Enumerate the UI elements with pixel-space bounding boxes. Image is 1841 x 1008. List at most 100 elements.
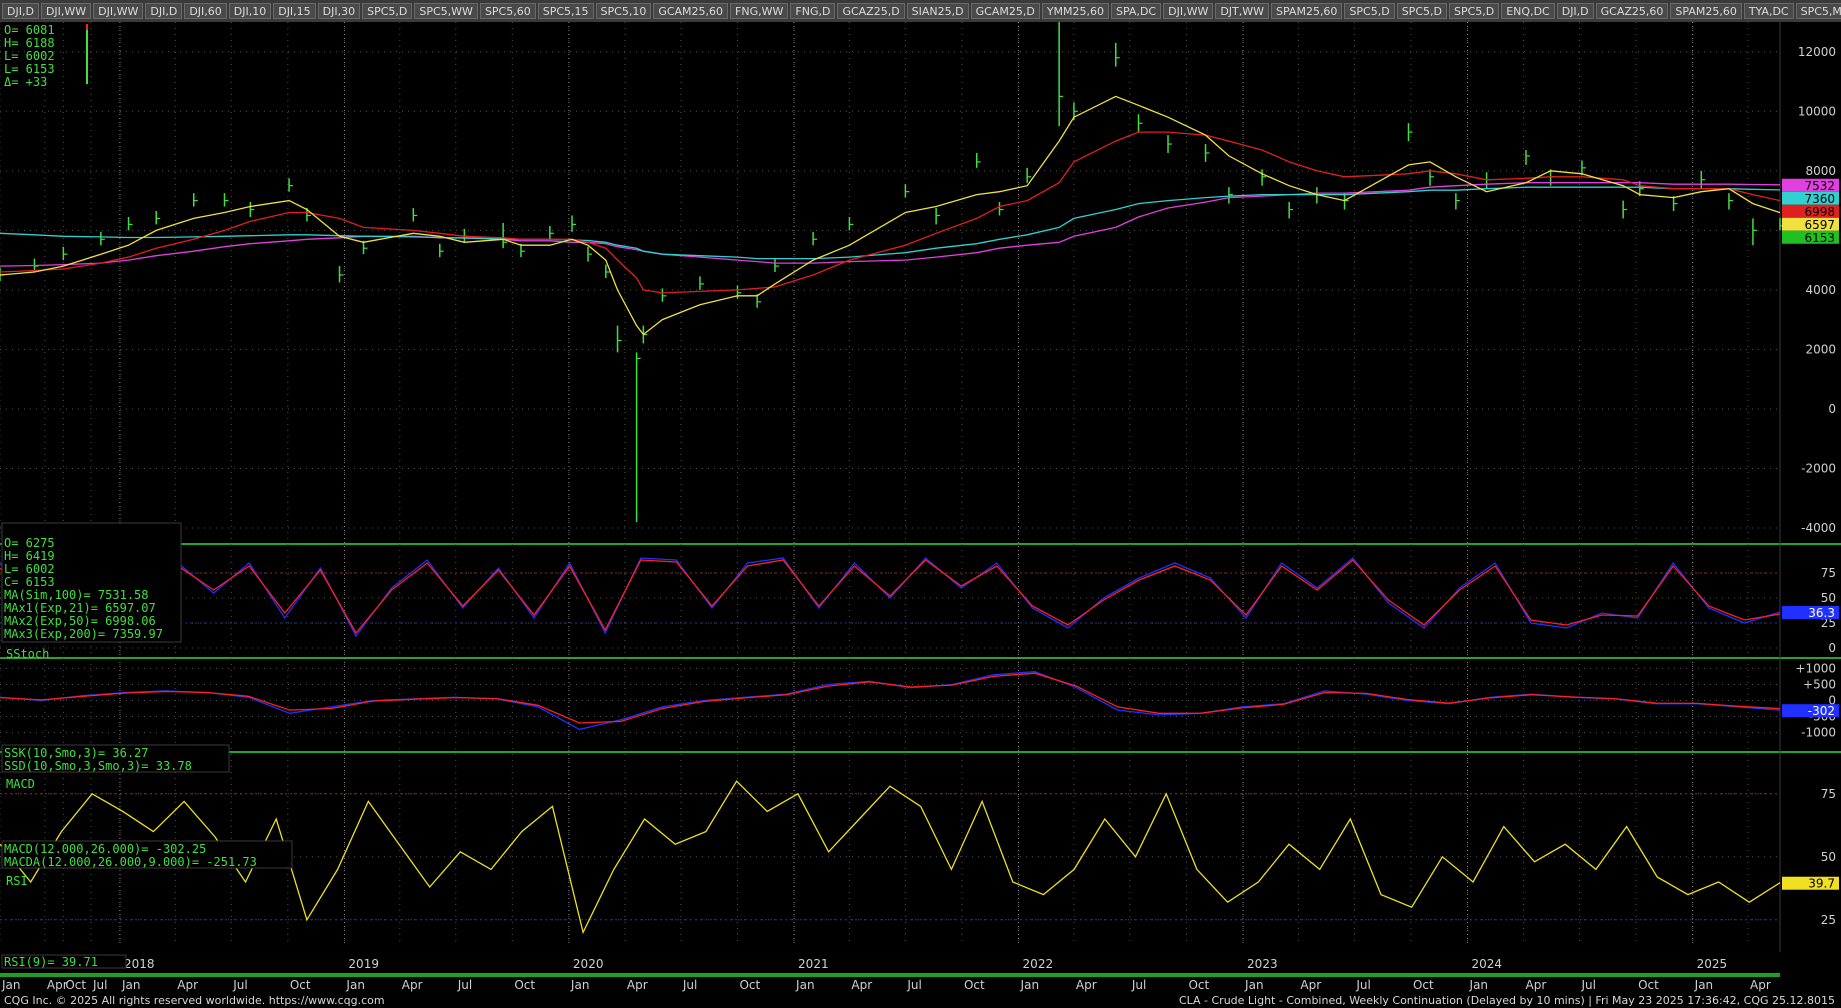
price-info-line: L= 6002 <box>4 562 55 576</box>
y-tick-label: +1000 <box>1795 661 1836 675</box>
x-month-label: Apr <box>627 978 648 992</box>
chart-tab[interactable]: DJI,15 <box>273 3 316 19</box>
chart-tab[interactable]: SPAM25,60 <box>1670 3 1742 19</box>
y-tick-label: 0 <box>1828 402 1836 416</box>
chart-tab-bar: DJI,D DJI,WW DJI,WW DJI,D DJI,60 DJI,10 DJI,15… <box>0 0 1841 23</box>
chart-tab[interactable]: GCAZ25,D <box>837 3 905 19</box>
chart-tab[interactable]: SPC5,10 <box>595 3 652 19</box>
x-month-label: Jan <box>1020 978 1040 992</box>
chart-tab[interactable]: SPC5,60 <box>479 3 536 19</box>
x-month-label: Jul <box>232 978 247 992</box>
y-tick-label: 8000 <box>1805 164 1836 178</box>
x-year-label: 2021 <box>798 957 829 971</box>
x-month-label: Jul <box>1580 978 1595 992</box>
chart-tab[interactable]: SPC5,15 <box>537 3 594 19</box>
chart-tab[interactable]: SPC5,D <box>1396 3 1447 19</box>
y-tick-label: 12000 <box>1798 45 1836 59</box>
x-year-label: 2023 <box>1247 957 1278 971</box>
chart-tab[interactable]: SPA,DC <box>1111 3 1162 19</box>
x-month-label: Oct <box>1413 978 1434 992</box>
chart-tab[interactable]: GCAZ25,60 <box>1595 3 1669 19</box>
chart-tab[interactable]: SPC5,MM <box>1795 3 1841 19</box>
price-info-line: MA(Sim,100)= 7531.58 <box>4 588 149 602</box>
chart-tab[interactable]: DJI,30 <box>317 3 361 19</box>
indicator-last-text: -302 <box>1808 704 1835 718</box>
chart-tab[interactable]: SIAN25,D <box>906 3 969 19</box>
rsi-info-line: RSI(9)= 39.71 <box>4 955 98 969</box>
chart-tab[interactable]: ENQ,DC <box>1501 3 1555 19</box>
x-month-label: Apr <box>177 978 198 992</box>
chart-tab[interactable]: DJI,WW <box>40 3 92 19</box>
chart-tab[interactable]: SPC5,D <box>362 3 413 19</box>
x-month-label: Apr <box>851 978 872 992</box>
chart-tab[interactable]: DJI,60 <box>184 3 227 19</box>
instrument-status-text: CLA - Crude Light - Combined, Weekly Con… <box>1178 994 1835 1007</box>
chart-tab[interactable]: DJI,10 <box>228 3 272 19</box>
last-value-text: 6998 <box>1804 205 1835 219</box>
x-month-label: Jul <box>92 978 107 992</box>
y-tick-label: 0 <box>1828 641 1836 655</box>
chart-tab[interactable]: SPC5,D <box>1448 3 1500 19</box>
price-info-line: O= 6275 <box>4 536 55 550</box>
x-month-label: Apr <box>402 978 423 992</box>
indicator-last-text: 39.7 <box>1808 877 1835 891</box>
price-info-box: O= 6275 H= 6419 L= 6002 C= 6153 MA(Sim,1… <box>1 522 182 643</box>
x-month-label: Oct <box>514 978 535 992</box>
macd-info-line: MACD(12.000,26.000)= -302.25 <box>4 842 206 856</box>
rsi-title: RSI <box>6 874 28 888</box>
y-tick-label: 75 <box>1821 787 1836 801</box>
chart-tab[interactable]: DJI,WW <box>1163 3 1214 19</box>
x-year-label: 2018 <box>124 957 155 971</box>
chart-tab[interactable]: DJI,WW <box>93 3 144 19</box>
x-year-label: 2025 <box>1697 957 1728 971</box>
x-month-label: Oct <box>65 978 86 992</box>
y-tick-label: 10000 <box>1798 104 1836 118</box>
status-footer: CQG Inc. © 2025 All rights reserved worl… <box>0 993 1841 1008</box>
chart-tab[interactable]: DJI,D <box>1556 3 1594 19</box>
x-month-label: Apr <box>1750 978 1771 992</box>
x-month-label: Jul <box>906 978 921 992</box>
macd-info-line: MACDA(12.000,26.000,9.000)= -251.73 <box>4 855 257 869</box>
readout-range-marker <box>86 24 88 84</box>
x-month-label: Jan <box>1694 978 1714 992</box>
x-year-label: 2022 <box>1023 957 1054 971</box>
last-value-text: 6597 <box>1804 218 1835 232</box>
x-year-label: 2024 <box>1472 957 1503 971</box>
chart-area[interactable]: 120001000080006000400020000-2000-4000755… <box>0 22 1841 993</box>
price-info-line: MAx2(Exp,50)= 6998.06 <box>4 614 156 628</box>
chart-tab[interactable]: TYA,DC <box>1743 3 1794 19</box>
indicator-last-text: 36.3 <box>1808 606 1835 620</box>
x-month-label: Jan <box>121 978 141 992</box>
chart-tab[interactable]: GCAM25,60 <box>653 3 729 19</box>
chart-tab[interactable]: SPAM25,60 <box>1271 3 1343 19</box>
y-tick-label: +500 <box>1803 677 1836 691</box>
x-month-label: Jul <box>1131 978 1146 992</box>
chart-tab[interactable]: SPC5,D <box>1344 3 1395 19</box>
chart-tab[interactable]: DJT,WW <box>1215 3 1270 19</box>
y-tick-label: 50 <box>1821 591 1836 605</box>
x-month-label: Oct <box>290 978 311 992</box>
chart-tab[interactable]: DJI,D <box>145 3 183 19</box>
x-month-label: Jan <box>1469 978 1489 992</box>
readout-last: L= 6153 <box>4 62 55 76</box>
x-month-label: Jan <box>345 978 365 992</box>
readout-high-marker <box>86 24 88 30</box>
macd-title: MACD <box>6 777 35 791</box>
chart-tab[interactable]: FNG,D <box>790 3 836 19</box>
x-month-label: Jan <box>795 978 815 992</box>
price-info-line: MAx3(Exp,200)= 7359.97 <box>4 627 163 641</box>
y-tick-label: 4000 <box>1805 283 1836 297</box>
x-axis-band <box>0 973 1780 977</box>
x-month-label: Jan <box>1 978 21 992</box>
y-tick-label: -2000 <box>1801 461 1836 475</box>
chart-tab[interactable]: DJI,D <box>2 3 39 19</box>
readout-high: H= 6188 <box>4 36 55 50</box>
chart-tab[interactable]: YMM25,60 <box>1041 3 1110 19</box>
x-month-label: Jul <box>457 978 472 992</box>
chart-tab[interactable]: FNG,WW <box>730 3 789 19</box>
x-month-label: Apr <box>1076 978 1097 992</box>
x-month-label: Jul <box>1355 978 1370 992</box>
chart-tab[interactable]: GCAM25,D <box>970 3 1040 19</box>
y-tick-label: 2000 <box>1805 342 1836 356</box>
chart-tab[interactable]: SPC5,WW <box>414 3 478 19</box>
